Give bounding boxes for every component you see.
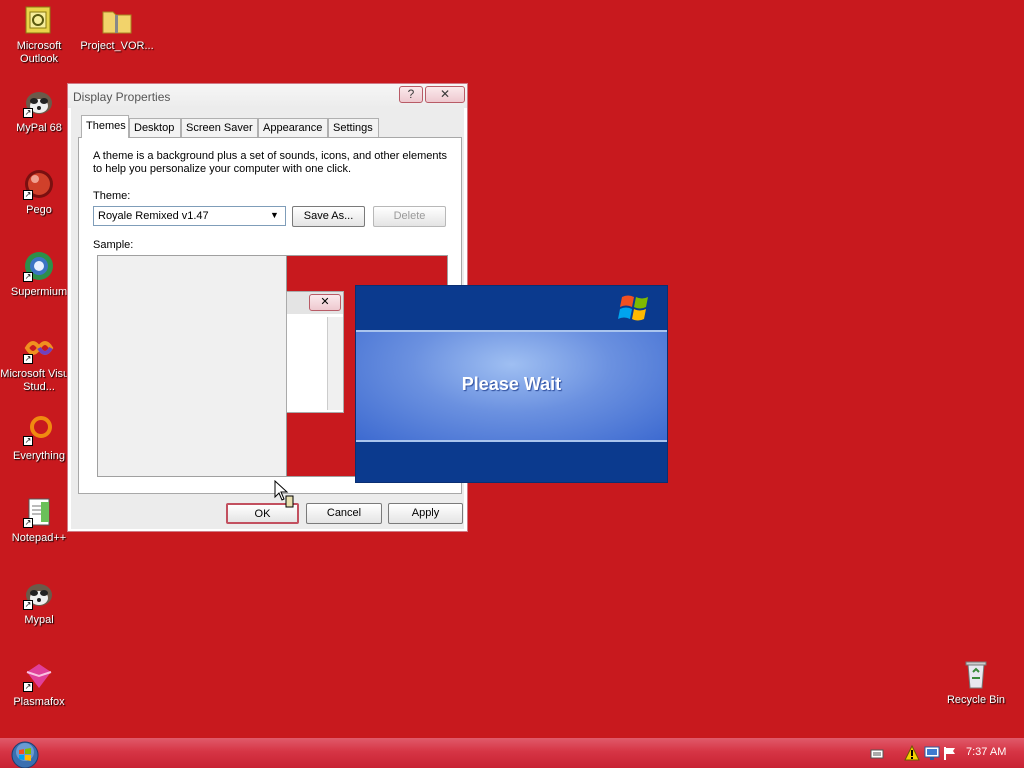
outlook-icon xyxy=(23,4,55,36)
save-as-button[interactable]: Save As... xyxy=(292,206,365,227)
busy-cursor-icon xyxy=(274,480,294,508)
desktop-icon-label: Mypal xyxy=(24,614,54,626)
windows-flag-icon xyxy=(618,295,648,321)
desktop-icon-label: Microsoft Outlook xyxy=(16,40,62,65)
wait-header xyxy=(356,286,667,330)
please-wait-message: Please Wait xyxy=(461,374,562,394)
title-bar[interactable]: Display Properties ? ✕ xyxy=(68,84,467,108)
help-icon: ? xyxy=(407,87,415,101)
theme-dropdown[interactable]: Royale Remixed v1.47 ▼ xyxy=(93,206,286,226)
theme-description: A theme is a background plus a set of so… xyxy=(93,150,448,175)
apply-button[interactable]: Apply xyxy=(388,503,463,524)
visual-studio-icon: ↗ xyxy=(23,332,55,364)
theme-label: Theme: xyxy=(93,190,131,202)
system-tray: 7:37 AM xyxy=(862,738,1024,768)
tab-desktop[interactable]: Desktop xyxy=(129,118,181,137)
help-button[interactable]: ? xyxy=(399,86,423,103)
globe-icon: ↗ xyxy=(23,250,55,282)
button-label: OK xyxy=(254,508,271,520)
desktop-icon-outlook[interactable]: Microsoft Outlook xyxy=(0,4,78,66)
keyboard-icon[interactable] xyxy=(870,748,884,760)
tab-screen-saver[interactable]: Screen Saver xyxy=(181,118,258,137)
search-ring-icon: ↗ xyxy=(23,414,55,446)
button-label: Apply xyxy=(411,507,440,519)
button-label: Cancel xyxy=(326,507,362,519)
red-ball-icon: ↗ xyxy=(23,168,55,200)
tab-label: Themes xyxy=(86,120,126,132)
tab-appearance[interactable]: Appearance xyxy=(258,118,328,137)
raccoon-icon: ↗ xyxy=(23,86,55,118)
chevron-down-icon: ▼ xyxy=(270,210,279,220)
desktop-icon-label: Project_VOR... xyxy=(80,40,154,52)
cancel-button[interactable]: Cancel xyxy=(306,503,382,524)
raccoon-icon: ↗ xyxy=(23,578,55,610)
tab-label: Desktop xyxy=(134,122,175,134)
recycle-bin-icon xyxy=(960,658,992,690)
theme-dropdown-value: Royale Remixed v1.47 xyxy=(98,210,209,222)
tab-themes[interactable]: Themes xyxy=(81,115,129,138)
network-icon[interactable] xyxy=(924,745,940,761)
warning-icon[interactable] xyxy=(904,745,920,761)
desktop-icon-recycle-bin[interactable]: Recycle Bin xyxy=(937,658,1015,707)
button-label: Save As... xyxy=(303,210,354,222)
close-icon: ✕ xyxy=(439,87,451,101)
desktop-icon-label: Notepad++ xyxy=(11,532,67,544)
close-icon: ✕ xyxy=(309,294,341,311)
tab-settings[interactable]: Settings xyxy=(328,118,379,137)
desktop-icon-project-vor[interactable]: Project_VOR... xyxy=(78,4,156,53)
tab-label: Appearance xyxy=(263,122,323,134)
tab-label: Settings xyxy=(333,122,373,134)
close-button[interactable]: ✕ xyxy=(425,86,465,103)
plasmafox-icon: ↗ xyxy=(23,660,55,692)
start-button[interactable] xyxy=(10,740,40,768)
flag-icon[interactable] xyxy=(942,745,958,761)
taskbar: 7:37 AM xyxy=(0,738,1024,768)
zip-folder-icon xyxy=(101,4,133,36)
desktop-icon-label: Plasmafox xyxy=(13,696,65,708)
desktop-icon-label: Recycle Bin xyxy=(946,694,1006,706)
button-label: Delete xyxy=(393,210,426,222)
notepad-plus-plus-icon: ↗ xyxy=(23,496,55,528)
sample-preview-panel xyxy=(98,256,287,476)
sample-window-titlebar: ✕ xyxy=(287,292,343,314)
sample-scrollbar xyxy=(327,317,343,410)
sample-label: Sample: xyxy=(93,239,134,251)
desktop-icon-mypal[interactable]: ↗ Mypal xyxy=(0,578,78,627)
sample-window: ✕ xyxy=(286,291,344,413)
delete-button[interactable]: Delete xyxy=(373,206,446,227)
please-wait-dialog: Please Wait xyxy=(355,285,668,483)
tab-label: Screen Saver xyxy=(186,122,253,134)
desktop-icon-plasmafox[interactable]: ↗ Plasmafox xyxy=(0,660,78,709)
clock[interactable]: 7:37 AM xyxy=(966,746,1006,758)
window-title: Display Properties xyxy=(73,90,171,104)
